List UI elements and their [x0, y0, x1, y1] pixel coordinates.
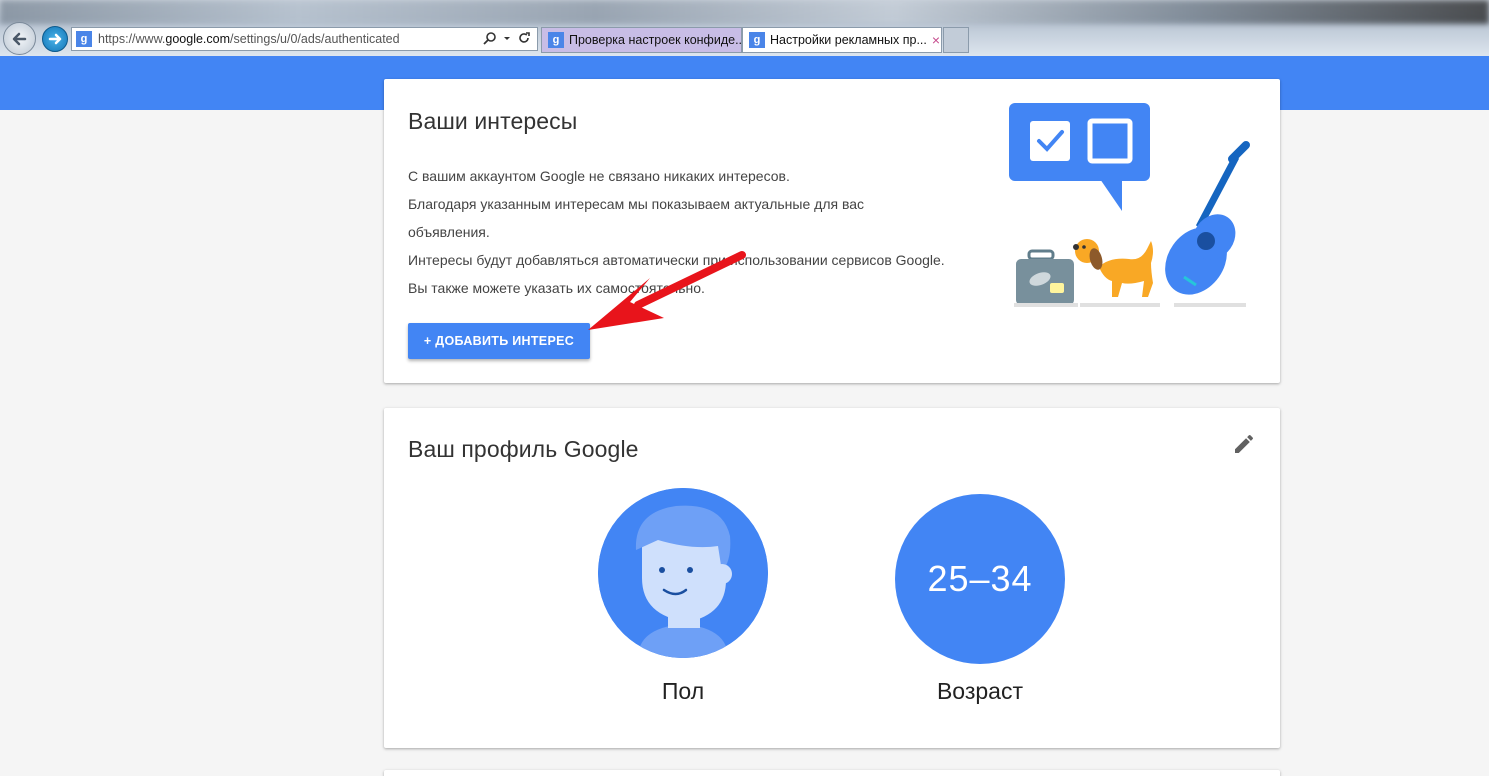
edit-pencil-icon[interactable]: [1232, 432, 1256, 456]
refresh-icon[interactable]: [517, 31, 531, 45]
gender-label: Пол: [661, 678, 705, 704]
age-label: Возраст: [936, 678, 1024, 704]
interests-title: Ваши интересы: [408, 108, 578, 134]
new-tab-button[interactable]: [943, 27, 969, 53]
description-line: С вашим аккаунтом Google не связано ника…: [408, 168, 790, 184]
description-line: Интересы будут добавляться автоматически…: [408, 252, 945, 296]
forward-arrow-icon: [48, 33, 62, 45]
tab-label: Проверка настроек конфиде...: [569, 33, 742, 47]
interests-description: С вашим аккаунтом Google не связано ника…: [408, 162, 948, 302]
age-value: 25–34: [927, 558, 1033, 599]
tab-label: Настройки рекламных пр...: [770, 33, 927, 47]
browser-chrome: g https://www.google.com/settings/u/0/ad…: [0, 0, 1489, 56]
blurred-window-titlebar: [0, 0, 1489, 24]
google-favicon-icon: g: [76, 31, 92, 47]
address-bar[interactable]: g https://www.google.com/settings/u/0/ad…: [71, 27, 538, 51]
search-icon[interactable]: [483, 31, 497, 45]
back-arrow-icon: [12, 32, 26, 45]
forward-button[interactable]: [42, 26, 68, 52]
next-card-partial: [384, 770, 1280, 776]
dog-icon: [1073, 239, 1160, 307]
url-text: https://www.google.com/settings/u/0/ads/…: [98, 32, 400, 46]
checkbox-icon: [1009, 103, 1150, 211]
tab-privacy-checkup[interactable]: g Проверка настроек конфиде...: [541, 27, 742, 53]
back-button[interactable]: [3, 22, 36, 55]
google-favicon-icon: g: [749, 32, 765, 48]
suitcase-icon: [1014, 249, 1078, 307]
interests-card: Ваши интересы С вашим аккаунтом Google н…: [384, 79, 1280, 383]
gender-circle[interactable]: [598, 488, 768, 658]
profile-title: Ваш профиль Google: [408, 436, 639, 462]
guitar-icon: [1165, 141, 1250, 307]
close-tab-icon[interactable]: ×: [932, 32, 940, 48]
dropdown-arrow-icon[interactable]: [503, 31, 511, 45]
add-interest-button[interactable]: + ДОБАВИТЬ ИНТЕРЕС: [408, 323, 590, 359]
google-favicon-icon: g: [548, 32, 564, 48]
address-bar-icons: [483, 31, 531, 45]
person-avatar-icon: [598, 488, 768, 658]
interests-illustration: [1009, 103, 1250, 307]
profile-card: Ваш профиль Google Пол 25–34 Возраст: [384, 408, 1280, 748]
tab-ad-settings[interactable]: g Настройки рекламных пр... ×: [742, 27, 942, 53]
description-line: Благодаря указанным интересам мы показыв…: [408, 196, 865, 240]
age-circle[interactable]: 25–34: [895, 494, 1065, 664]
